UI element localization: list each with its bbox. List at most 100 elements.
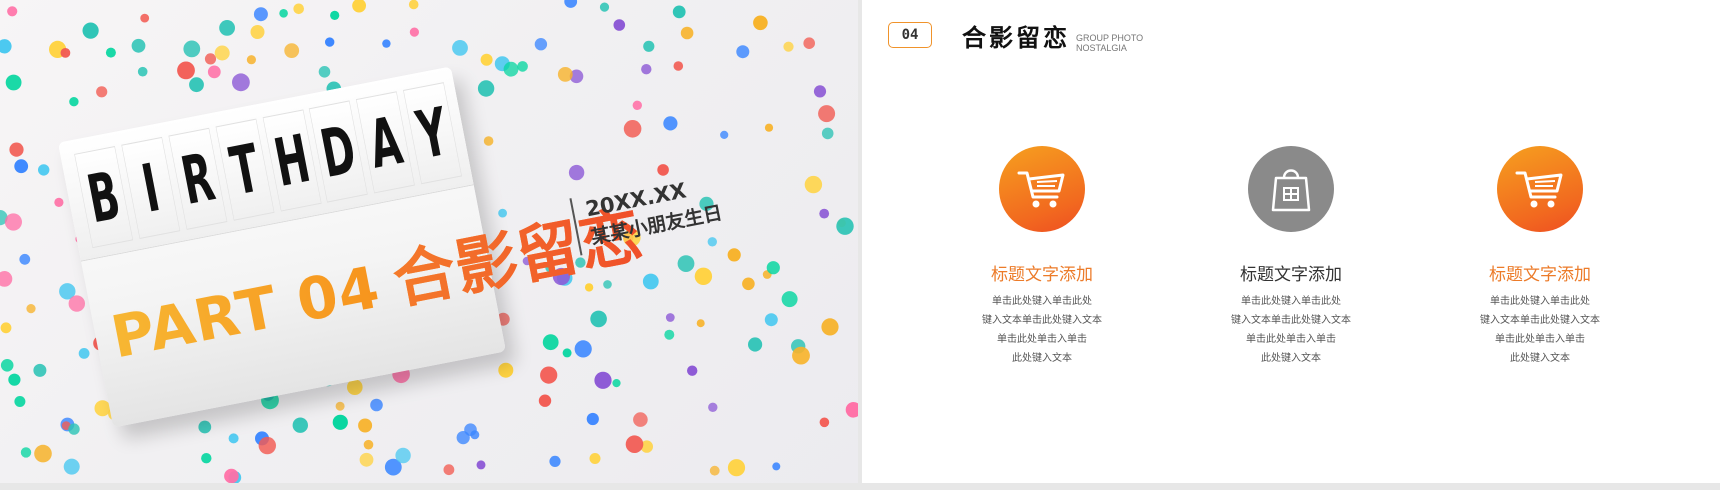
confetti-dot [766,261,780,275]
confetti-dot [34,444,52,463]
confetti-dot [836,217,854,235]
feature-icon-circle [999,146,1085,232]
feature-title: 标题文字添加 [991,265,1093,285]
confetti-dot [632,100,642,111]
confetti-dot [517,61,528,72]
confetti-dot [207,65,221,79]
cover-slide[interactable]: B I R T H D A Y PART 04合影留恋 20XX.XX 某某小朋… [0,0,858,483]
confetti-dot [258,436,276,455]
confetti-dot [677,255,695,272]
confetti-dot [696,319,705,328]
confetti-dot [503,61,519,77]
confetti-dot [359,452,374,467]
confetti-dot [78,348,90,359]
confetti-dot [253,7,268,22]
description-line: 单击此处单击入单击 [1246,334,1336,345]
confetti-dot [69,97,79,107]
confetti-dot [131,38,146,53]
confetti-dot [82,22,99,39]
confetti-dot [232,73,250,92]
confetti-dot [408,0,419,10]
confetti-dot [613,19,626,31]
description-line: 单击此处单击入单击 [997,334,1087,345]
confetti-dot [642,273,659,290]
confetti-dot [38,164,50,176]
confetti-dot [663,116,678,131]
description-line: 单击此处键入单击此处 [1241,296,1341,307]
confetti-dot [599,2,610,12]
confetti-dot [293,3,305,15]
confetti-dot [764,123,774,132]
feature-card-1: 标题文字添加 单击此处键入单击此处 键入文本单击此处键入文本 单击此处单击入单击… [942,146,1142,368]
confetti-dot [764,313,778,327]
shopping-cart-icon [1017,171,1065,208]
confetti-dot [538,394,552,407]
description-line: 单击此处单击入单击 [1495,334,1585,345]
description-line: 键入文本单击此处键入文本 [982,315,1102,326]
subtitle-line: GROUP PHOTO [1076,33,1144,43]
confetti-dot [564,0,578,8]
section-title: 合影留恋 [962,24,1070,52]
confetti-dot [63,458,80,475]
confetti-dot [96,86,108,98]
feature-icon-circle [1497,146,1583,232]
confetti-dot [250,25,265,39]
confetti-dot [672,5,686,19]
confetti-dot [68,423,80,435]
confetti-dot [727,459,746,477]
description-line: 此处键入文本 [1261,353,1321,364]
confetti-dot [5,74,22,91]
confetti-dot [382,39,391,48]
confetti-dot [177,61,195,80]
confetti-dot [612,379,621,388]
confetti-dot [804,175,823,194]
shopping-bag-icon [1271,169,1311,212]
confetti-dot [673,61,684,71]
confetti-dot [557,67,573,82]
confetti-dot [0,359,14,372]
confetti-dot [821,318,839,336]
confetti-dot [20,447,32,458]
confetti-dot [568,164,585,181]
confetti-dot [643,40,655,52]
confetti-dot [0,322,12,334]
confetti-dot [284,43,300,58]
confetti-dot [279,9,288,18]
confetti-dot [363,439,374,450]
confetti-dot [708,402,718,412]
confetti-dot [623,120,642,138]
content-slide[interactable]: 04 合影留恋 GROUP PHOTO NOSTALGIA 标题文字添加 单击此… [862,0,1720,483]
confetti-dot [201,453,212,464]
confetti-dot [687,365,698,376]
confetti-dot [0,39,12,54]
description-line: 单击此处键入单击此处 [1490,296,1590,307]
confetti-dot [641,63,652,75]
confetti-dot [204,53,217,65]
confetti-dot [347,379,363,396]
confetti-dot [198,420,212,434]
confetti-dot [498,362,514,378]
confetti-dot [395,447,411,464]
confetti-dot [4,213,22,231]
confetti-dot [332,414,348,430]
confetti-dot [60,48,71,58]
confetti-dot [228,433,239,444]
confetti-dot [477,80,495,97]
confetti-dot [292,417,308,433]
confetti-dot [14,396,26,407]
confetti-dot [772,462,781,471]
confetti-dot [813,85,827,98]
confetti-dot [54,197,64,207]
confetti-dot [736,45,750,59]
confetti-dot [183,40,201,58]
feature-icon-circle [1248,146,1334,232]
confetti-dot [0,271,13,287]
confetti-dot [720,130,729,139]
confetti-dot [137,66,148,77]
confetti-dot [742,277,755,291]
confetti-dot [562,348,572,358]
feature-description: 单击此处键入单击此处 键入文本单击此处键入文本 单击此处单击入单击 此处键入文本 [1191,292,1391,368]
confetti-dot [664,329,675,340]
confetti-dot [26,304,36,314]
confetti-dot [33,363,47,377]
